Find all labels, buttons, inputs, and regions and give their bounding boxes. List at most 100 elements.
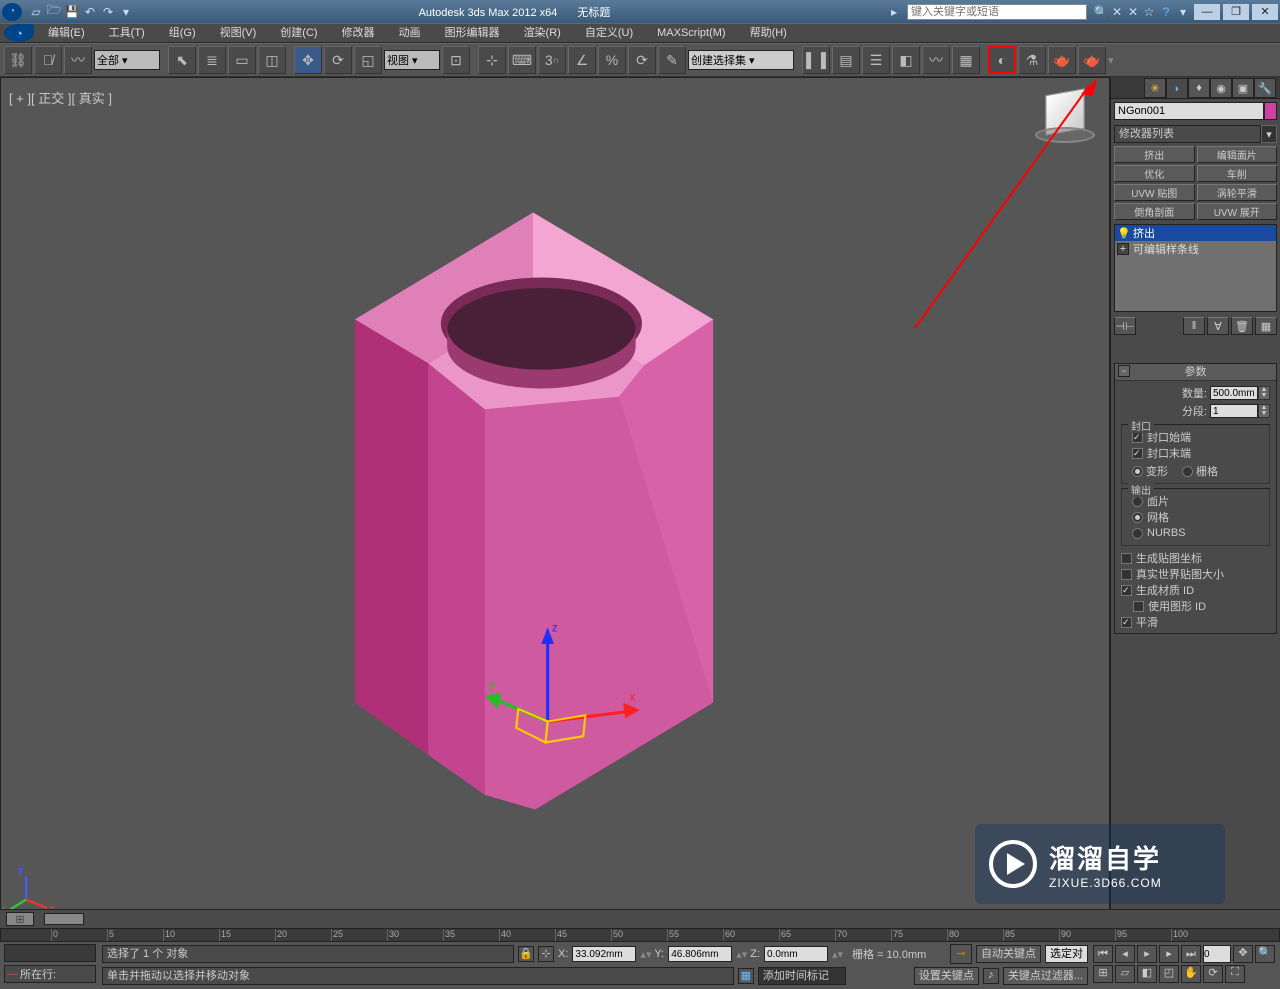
patch-radio[interactable] [1132,496,1143,507]
addtime-button[interactable]: 添加时间标记 [758,967,846,985]
nav-zoomall-icon[interactable]: ⊞ [1093,965,1113,983]
autokey-button[interactable]: 自动关键点 [976,945,1041,963]
help-dd-icon[interactable]: ▾ [1175,4,1191,20]
play-icon[interactable]: ▸ [1137,945,1157,963]
schematic-icon[interactable]: ▦ [952,46,980,74]
bind-spacewarp-icon[interactable]: 〰 [64,46,92,74]
rollout-toggle-icon[interactable]: - [1118,365,1130,377]
remove-mod-icon[interactable]: 🗑 [1231,317,1253,335]
unlink-icon[interactable]: ⛓̸ [34,46,62,74]
timeline-row[interactable]: ⊞ [0,910,1280,928]
modifier-stack[interactable]: 💡挤出 +可编辑样条线 [1114,224,1277,312]
setkey-button[interactable]: 设置关键点 [914,967,979,985]
tab-modify-icon[interactable]: ◗ [1166,78,1188,98]
edit-named-sel-icon[interactable]: ✎ [658,46,686,74]
tab-create-icon[interactable]: ✳ [1144,78,1166,98]
pivot-center-icon[interactable]: ⊡ [442,46,470,74]
tab-motion-icon[interactable]: ◉ [1210,78,1232,98]
minimize-button[interactable]: — [1194,4,1220,20]
keymode-icon[interactable]: ♪ [983,968,999,984]
mirror-icon[interactable]: ▌▐ [802,46,830,74]
viewcube[interactable] [1035,88,1095,148]
menu-help[interactable]: 帮助(H) [738,23,799,43]
time-ruler[interactable]: /*ruler built below*/ 051015202530354045… [0,928,1280,942]
render-icon[interactable]: 🫖 [1078,46,1106,74]
nav-fov-icon[interactable]: ▱ [1115,965,1135,983]
smooth-check[interactable] [1121,617,1132,628]
nav-zoomext-icon[interactable]: ◧ [1137,965,1157,983]
redo-icon[interactable]: ↷ [100,4,116,20]
select-by-name-icon[interactable]: ≣ [198,46,226,74]
listener-icon[interactable]: ▦ [738,968,754,984]
angle-snap-icon[interactable]: ∠ [568,46,596,74]
percent-snap-icon[interactable]: % [598,46,626,74]
spinner-snap-icon[interactable]: ⟳ [628,46,656,74]
goto-end-icon[interactable]: ⏭ [1181,945,1201,963]
mod-btn-optimize[interactable]: 优化 [1114,165,1195,182]
mod-btn-uvwmap[interactable]: UVW 贴图 [1114,184,1195,201]
selset-dropdown[interactable]: 选定对 [1045,945,1088,963]
menu-group[interactable]: 组(G) [157,23,208,43]
qat-dropdown-icon[interactable]: ▾ [118,4,134,20]
coord-y-input[interactable] [668,946,732,962]
nav-zoom-icon[interactable]: 🔍 [1255,945,1275,963]
genmat-check[interactable] [1121,585,1132,596]
open-file-icon[interactable]: 🗁 [46,4,62,20]
help-icon[interactable]: ? [1157,4,1175,20]
coord-z-input[interactable] [764,946,828,962]
close-button[interactable]: ✕ [1252,4,1278,20]
exchange-icon[interactable]: ✕ [1125,4,1141,20]
tab-utilities-icon[interactable]: 🔧 [1254,78,1276,98]
mod-btn-uvwunwrap[interactable]: UVW 展开 [1197,203,1278,220]
render-frame-icon[interactable]: 🫖 [1048,46,1076,74]
keyfilter-button[interactable]: 关键点过滤器... [1003,967,1088,985]
mod-btn-bevelprofile[interactable]: 倒角剖面 [1114,203,1195,220]
object-name-input[interactable] [1114,102,1264,120]
material-editor-icon[interactable]: ◐ [988,46,1016,74]
nurbs-radio[interactable] [1132,528,1143,539]
bulb-icon[interactable]: 💡 [1117,227,1129,240]
graphite-icon[interactable]: ◧ [892,46,920,74]
prev-frame-icon[interactable]: ◂ [1115,945,1135,963]
menu-modifiers[interactable]: 修改器 [330,23,387,43]
keyboard-shortcut-icon[interactable]: ⌨ [508,46,536,74]
help-search-input[interactable] [907,4,1087,20]
nav-orbit-icon[interactable]: ⟳ [1203,965,1223,983]
connect-icon[interactable]: ✕ [1109,4,1125,20]
render-setup-icon[interactable]: ⚗ [1018,46,1046,74]
menu-edit[interactable]: 编辑(E) [36,23,97,43]
search-left-icon[interactable]: ▸ [887,4,901,20]
link-icon[interactable]: ⛓ [4,46,32,74]
modifier-list-arrow-icon[interactable]: ▾ [1261,125,1277,143]
menu-animation[interactable]: 动画 [387,23,433,43]
goto-start-icon[interactable]: ⏮ [1093,945,1113,963]
grid-radio[interactable] [1182,466,1193,477]
coord-icon[interactable]: ⊹ [538,946,554,962]
time-config-icon[interactable]: ⊞ [6,912,34,926]
cap-start-check[interactable] [1132,432,1143,443]
app-menu-button[interactable]: ◔ [4,24,34,42]
scale-tool-icon[interactable]: ◱ [354,46,382,74]
menu-tools[interactable]: 工具(T) [97,23,157,43]
menu-rendering[interactable]: 渲染(R) [512,23,573,43]
select-region-rect-icon[interactable]: ▭ [228,46,256,74]
maximize-button[interactable]: ❐ [1223,4,1249,20]
rollout-header[interactable]: -参数 [1115,364,1276,381]
nav-region-icon[interactable]: ◰ [1159,965,1179,983]
viewport[interactable]: [ + ][ 正交 ][ 真实 ] z x [0,77,1110,989]
new-file-icon[interactable]: ▱ [28,4,44,20]
tab-display-icon[interactable]: ▣ [1232,78,1254,98]
key-icon[interactable]: ⊸ [950,944,972,964]
next-frame-icon[interactable]: ▸ [1159,945,1179,963]
nav-maxview-icon[interactable]: ⛶ [1225,965,1245,983]
stack-item-extrude[interactable]: 💡挤出 [1115,225,1276,241]
configure-icon[interactable]: ▦ [1255,317,1277,335]
realworld-check[interactable] [1121,569,1132,580]
pin-stack-icon[interactable]: ⊣⊢ [1114,317,1136,335]
move-tool-icon[interactable]: ✥ [294,46,322,74]
show-end-icon[interactable]: ‖ [1183,317,1205,335]
make-unique-icon[interactable]: ∀ [1207,317,1229,335]
genmap-check[interactable] [1121,553,1132,564]
layers-icon[interactable]: ☰ [862,46,890,74]
menu-create[interactable]: 创建(C) [268,23,329,43]
